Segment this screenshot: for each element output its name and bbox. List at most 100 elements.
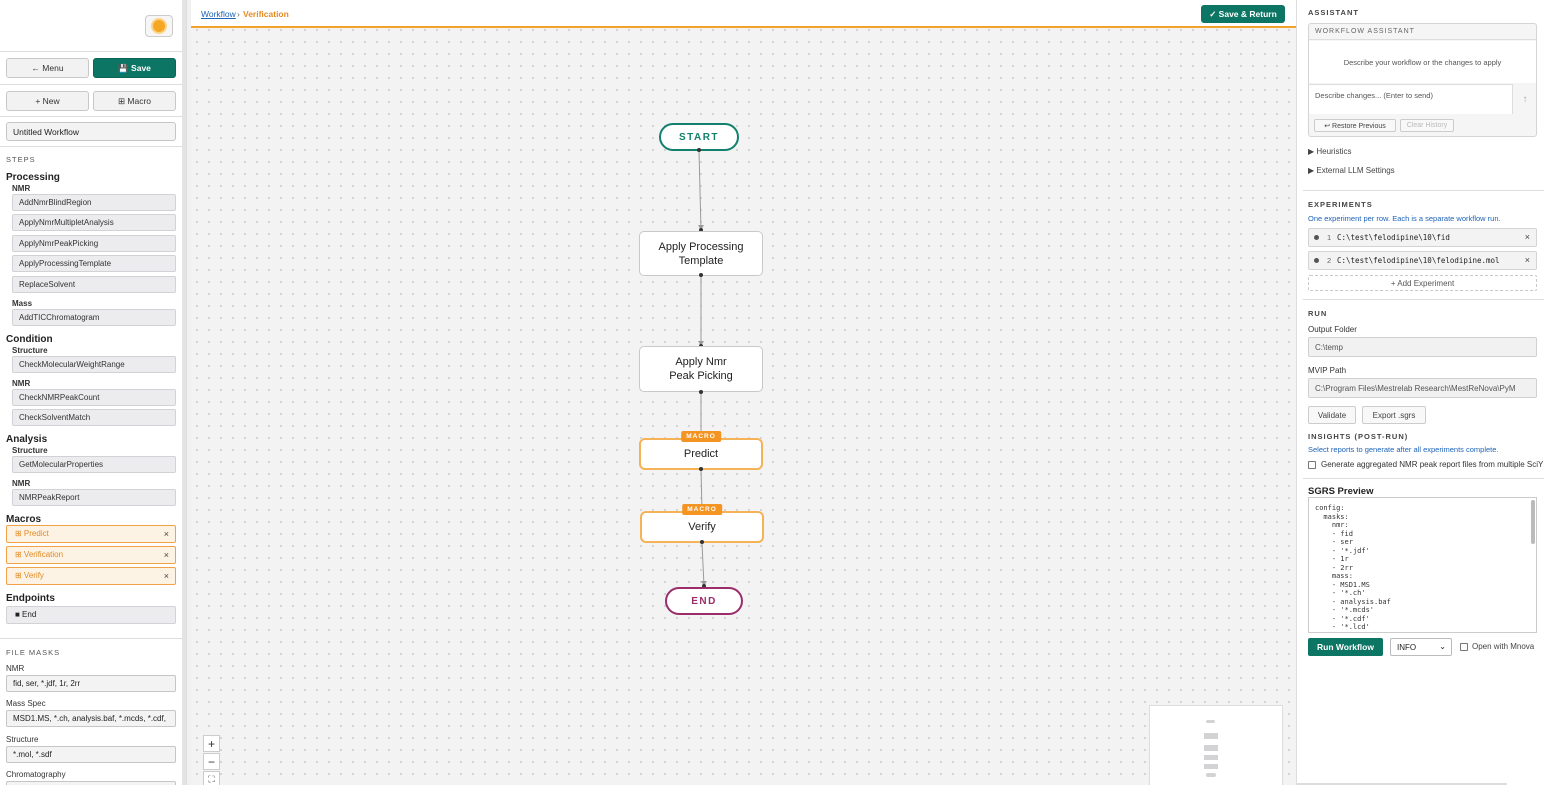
structure-mask-input[interactable]: *.mol, *.sdf <box>6 746 176 763</box>
aggregated-report-checkbox[interactable] <box>1308 460 1316 469</box>
macro-node-label: Predict <box>683 448 719 460</box>
connection-handle[interactable] <box>697 148 701 152</box>
llm-settings-expander[interactable]: ▶ External LLM Settings <box>1308 166 1395 175</box>
add-experiment-button[interactable]: + Add Experiment <box>1308 275 1537 291</box>
sgrs-scrollbar[interactable] <box>1531 500 1535 544</box>
macro-item-verify[interactable]: ⊞ Verify × <box>6 567 176 585</box>
chromatography-mask-input[interactable] <box>6 781 176 785</box>
step-item[interactable]: ApplyNmrPeakPicking <box>12 235 176 252</box>
new-button[interactable]: + New <box>6 91 89 111</box>
macro-tag: MACRO <box>681 431 721 442</box>
zoom-out-button[interactable]: − <box>203 753 220 770</box>
connection-handle[interactable] <box>699 467 703 471</box>
divider <box>0 84 182 85</box>
remove-macro-icon[interactable]: × <box>164 529 169 539</box>
end-node[interactable]: END <box>665 587 743 615</box>
minimap[interactable] <box>1149 705 1283 785</box>
export-sgrs-button[interactable]: Export .sgrs <box>1362 406 1426 424</box>
flow-edge <box>698 150 702 231</box>
mass-mask-input[interactable]: MSD1.MS, *.ch, analysis.baf, *.mcds, *.c… <box>6 710 176 727</box>
remove-experiment-icon[interactable]: × <box>1525 232 1530 242</box>
macro-item-label: ⊞ Predict <box>15 529 49 538</box>
sgrs-preview-title: SGRS Preview <box>1308 486 1374 497</box>
open-with-mnova-option[interactable]: Open with Mnova <box>1460 642 1534 651</box>
category-condition: Condition <box>6 334 53 345</box>
step-item[interactable]: ReplaceSolvent <box>12 276 176 293</box>
validate-button[interactable]: Validate <box>1308 406 1356 424</box>
assistant-message: Describe your workflow or the changes to… <box>1309 41 1536 83</box>
run-workflow-button[interactable]: Run Workflow <box>1308 638 1383 656</box>
subcategory-nmr: NMR <box>12 184 31 193</box>
menu-button[interactable]: ← Menu <box>6 58 89 78</box>
heuristics-expander[interactable]: ▶ Heuristics <box>1308 147 1352 156</box>
remove-macro-icon[interactable]: × <box>164 571 169 581</box>
zoom-in-button[interactable]: + <box>203 735 220 752</box>
step-item[interactable]: GetMolecularProperties <box>12 456 176 473</box>
divider <box>1303 299 1544 300</box>
step-item[interactable]: CheckMolecularWeightRange <box>12 356 176 373</box>
save-button-label: Save <box>131 63 151 73</box>
workflow-name-input[interactable]: Untitled Workflow <box>6 122 176 141</box>
step-node-apply-processing-template[interactable]: Apply Processing Template <box>639 231 763 276</box>
workflow-canvas[interactable]: Workflow › Verification ✓ Save & Return … <box>191 0 1296 785</box>
remove-experiment-icon[interactable]: × <box>1525 255 1530 265</box>
remove-macro-icon[interactable]: × <box>164 550 169 560</box>
step-item[interactable]: AddNmrBlindRegion <box>12 194 176 211</box>
clear-history-button[interactable]: Clear History <box>1400 119 1454 132</box>
fit-view-button[interactable]: ⛶ <box>203 771 220 785</box>
category-processing: Processing <box>6 172 60 183</box>
experiment-path[interactable]: C:\test\felodipine\10\felodipine.mol <box>1337 256 1500 265</box>
assistant-header: ASSISTANT <box>1308 8 1359 17</box>
step-item[interactable]: AddTICChromatogram <box>12 309 176 326</box>
connection-handle[interactable] <box>699 390 703 394</box>
experiment-path[interactable]: C:\test\felodipine\10\fid <box>1337 233 1450 242</box>
endpoint-end[interactable]: ■ End <box>6 606 176 624</box>
macro-item-label: ⊞ Verify <box>15 571 44 580</box>
step-item[interactable]: ApplyNmrMultipletAnalysis <box>12 214 176 231</box>
experiment-row[interactable]: 1 C:\test\felodipine\10\fid × <box>1308 228 1537 247</box>
file-masks-header: FILE MASKS <box>6 648 61 657</box>
macro-node-predict[interactable]: MACRO Predict <box>639 431 763 470</box>
divider <box>1303 478 1544 479</box>
macro-item-verification[interactable]: ⊞ Verification × <box>6 546 176 564</box>
subcategory-nmr: NMR <box>12 379 31 388</box>
open-with-mnova-checkbox[interactable] <box>1460 642 1468 651</box>
send-icon[interactable]: ↑ <box>1515 88 1535 110</box>
drag-handle-icon[interactable] <box>1314 235 1319 240</box>
mask-label-mass: Mass Spec <box>6 699 46 708</box>
theme-toggle-button[interactable] <box>145 15 173 37</box>
sgrs-preview-text: config: masks: nmr: - fid - ser - '*.jdf… <box>1315 504 1391 631</box>
macro-button[interactable]: ⊞ Macro <box>93 91 176 111</box>
log-level-select[interactable]: INFO ⌄ <box>1390 638 1452 656</box>
subcategory-mass: Mass <box>12 299 33 308</box>
experiment-number: 1 <box>1327 233 1332 242</box>
assistant-input[interactable]: Describe changes... (Enter to send) <box>1309 84 1513 114</box>
connection-handle[interactable] <box>699 273 703 277</box>
insights-option[interactable]: Generate aggregated NMR peak report file… <box>1308 460 1543 469</box>
step-item[interactable]: CheckSolventMatch <box>12 409 176 426</box>
step-item[interactable]: ApplyProcessingTemplate <box>12 255 176 272</box>
mvip-path-input[interactable]: C:\Program Files\Mestrelab Research\Mest… <box>1308 378 1537 398</box>
insights-note: Select reports to generate after all exp… <box>1308 445 1499 454</box>
start-node[interactable]: START <box>659 123 739 151</box>
macro-tag: MACRO <box>682 504 722 515</box>
sun-icon <box>153 20 165 32</box>
experiment-row[interactable]: 2 C:\test\felodipine\10\felodipine.mol × <box>1308 251 1537 270</box>
mask-label-nmr: NMR <box>6 664 25 673</box>
subcategory-nmr: NMR <box>12 479 31 488</box>
restore-previous-button[interactable]: ↩ Restore Previous <box>1314 119 1396 132</box>
step-item[interactable]: NMRPeakReport <box>12 489 176 506</box>
macro-item-predict[interactable]: ⊞ Predict × <box>6 525 176 543</box>
save-button[interactable]: 💾 Save <box>93 58 176 78</box>
macro-node-verify[interactable]: MACRO Verify <box>640 504 764 543</box>
step-item[interactable]: CheckNMRPeakCount <box>12 389 176 406</box>
step-node-apply-nmr-peak-picking[interactable]: Apply Nmr Peak Picking <box>639 346 763 392</box>
drag-handle-icon[interactable] <box>1314 258 1319 263</box>
sgrs-preview[interactable]: config: masks: nmr: - fid - ser - '*.jdf… <box>1308 497 1537 633</box>
output-folder-input[interactable]: C:\temp <box>1308 337 1537 357</box>
connection-handle[interactable] <box>700 540 704 544</box>
nmr-mask-input[interactable]: fid, ser, *.jdf, 1r, 2rr <box>6 675 176 692</box>
experiment-number: 2 <box>1327 256 1332 265</box>
log-level-value: INFO <box>1397 643 1417 652</box>
experiments-note: One experiment per row. Each is a separa… <box>1308 214 1501 223</box>
